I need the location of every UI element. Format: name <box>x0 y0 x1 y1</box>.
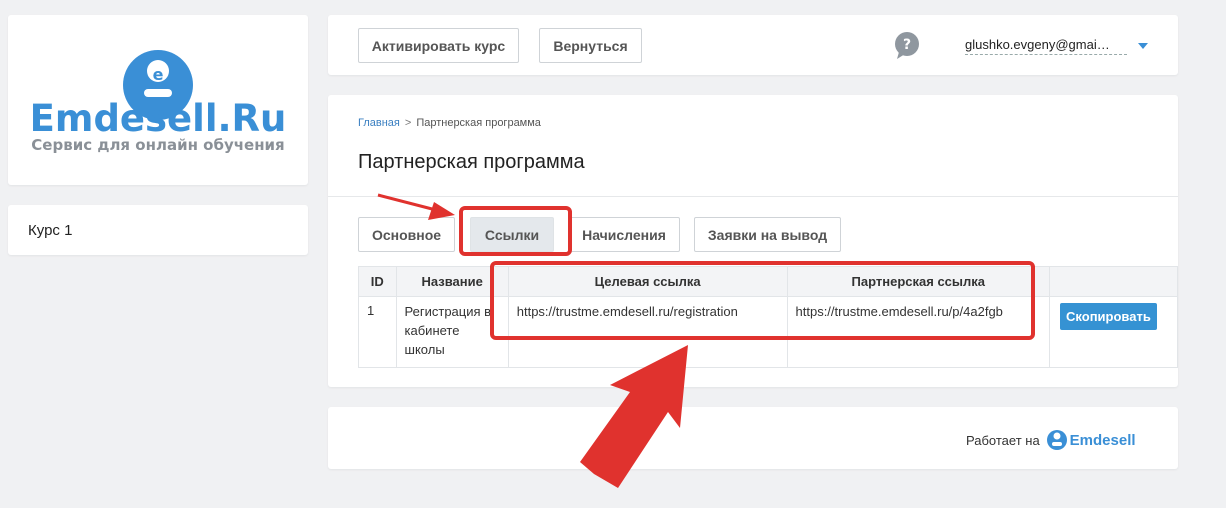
powered-by-brand[interactable]: Emdesell <box>1070 432 1136 449</box>
links-table: ID Название Целевая ссылка Партнерская с… <box>358 266 1178 368</box>
chevron-down-icon[interactable] <box>1138 43 1148 49</box>
row-target-link: https://trustme.emdesell.ru/registration <box>507 296 788 368</box>
top-header: Активировать курс Вернуться ? glushko.ev… <box>328 15 1178 75</box>
table-header-row: ID Название Целевая ссылка Партнерская с… <box>358 266 1178 297</box>
powered-by-label: Работает на <box>966 432 1040 448</box>
row-id: 1 <box>358 296 397 368</box>
column-header-target-link: Целевая ссылка <box>507 266 788 297</box>
page-title: Партнерская программа <box>358 151 585 173</box>
powered-by: Работает на Emdesell <box>966 429 1136 451</box>
tab-main[interactable]: Основное <box>358 217 455 252</box>
divider <box>328 196 1178 197</box>
tab-withdrawals[interactable]: Заявки на вывод <box>694 217 841 252</box>
column-header-partner-link: Партнерская ссылка <box>786 266 1051 297</box>
column-header-name: Название <box>395 266 509 297</box>
footer: Работает на Emdesell <box>328 407 1178 469</box>
activate-course-button[interactable]: Активировать курс <box>358 28 519 63</box>
breadcrumb-current: Партнерская программа <box>416 117 541 129</box>
course-item[interactable]: Курс 1 <box>28 222 72 239</box>
breadcrumb-separator: > <box>404 117 412 129</box>
user-menu[interactable]: glushko.evgeny@gmai… <box>965 37 1127 55</box>
row-name: Регистрация в кабинете школы <box>395 296 509 368</box>
logo-card: e Emdesell.Ru Сервис для онлайн обучения <box>8 15 308 185</box>
column-header-id: ID <box>358 266 397 297</box>
course-list: Курс 1 <box>8 205 308 255</box>
logo-tagline: Сервис для онлайн обучения <box>31 136 284 154</box>
table-row: 1 Регистрация в кабинете школы https://t… <box>358 296 1178 368</box>
breadcrumb: Главная > Партнерская программа <box>358 117 541 129</box>
breadcrumb-home[interactable]: Главная <box>358 117 400 129</box>
back-button[interactable]: Вернуться <box>539 28 642 63</box>
logo-brand-text: Emdesell.Ru <box>30 97 287 140</box>
question-bubble-icon[interactable]: ? <box>893 32 923 60</box>
svg-text:e: e <box>153 65 164 84</box>
row-partner-link: https://trustme.emdesell.ru/p/4a2fgb <box>786 296 1051 368</box>
emdesell-logo-icon <box>1046 430 1067 450</box>
tab-accruals[interactable]: Начисления <box>568 217 680 252</box>
column-header-action <box>1049 266 1178 297</box>
svg-text:?: ? <box>903 37 911 53</box>
copy-button[interactable]: Скопировать <box>1060 303 1157 330</box>
brand-logo: e Emdesell.Ru Сервис для онлайн обучения <box>30 50 287 154</box>
tab-links[interactable]: Ссылки <box>470 217 554 252</box>
main-panel: Главная > Партнерская программа Партнерска… <box>328 95 1178 387</box>
